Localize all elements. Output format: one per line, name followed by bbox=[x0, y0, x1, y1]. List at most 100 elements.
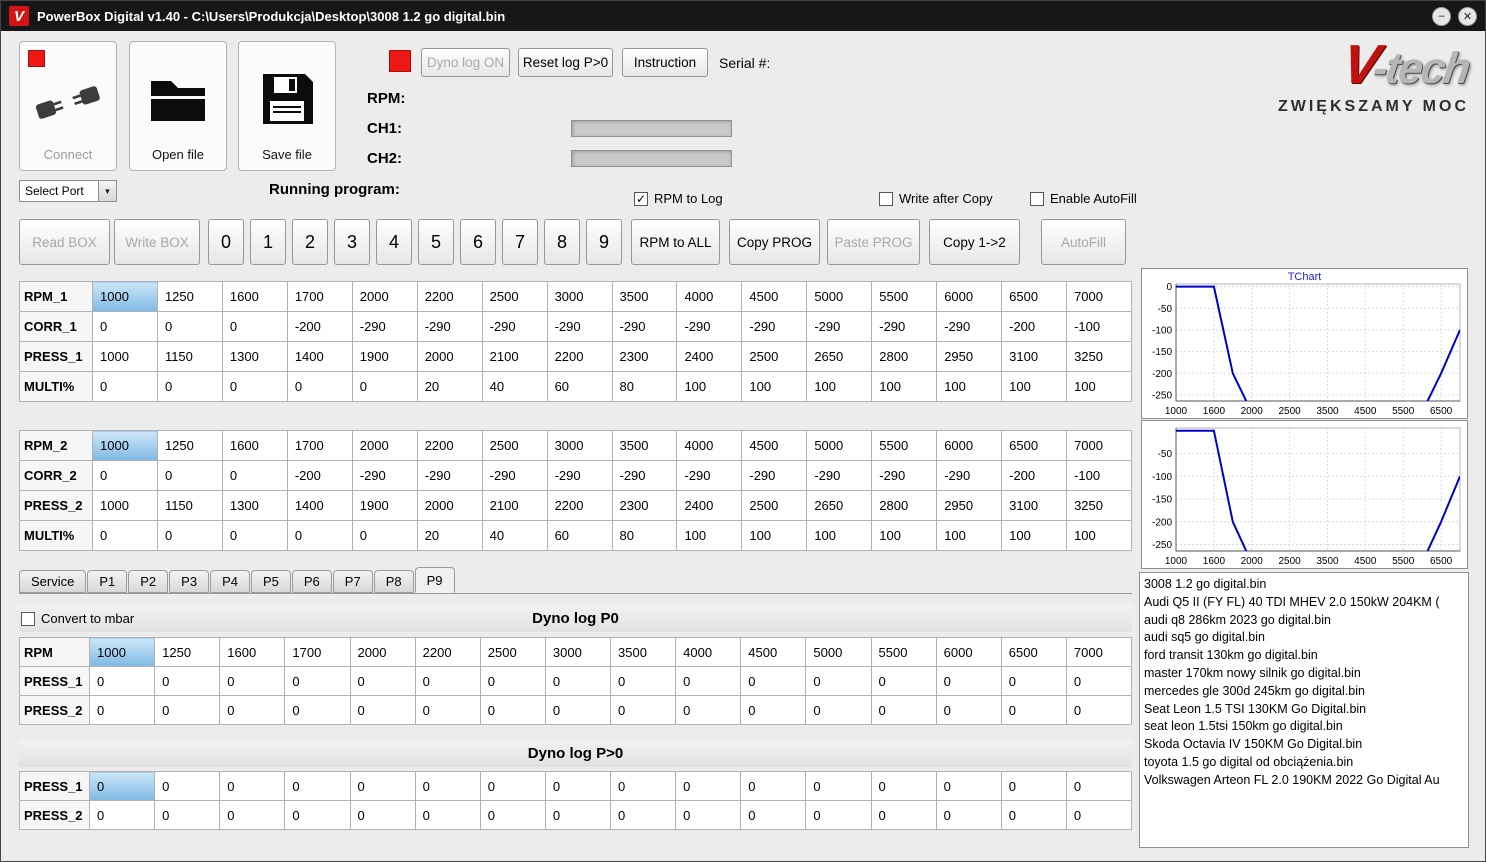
reset-log-button[interactable]: Reset log P>0 bbox=[518, 48, 613, 77]
grid-cell[interactable]: 1700 bbox=[286, 281, 353, 312]
grid-cell[interactable]: 0 bbox=[284, 800, 351, 830]
grid-cell[interactable]: 1150 bbox=[156, 490, 223, 521]
grid-cell[interactable]: 0 bbox=[154, 800, 221, 830]
grid-cell[interactable]: 6000 bbox=[936, 430, 1003, 461]
grid-cell[interactable]: 0 bbox=[1065, 666, 1133, 696]
grid-cell[interactable]: 0 bbox=[675, 695, 742, 725]
grid-cell[interactable]: 4500 bbox=[740, 637, 807, 667]
grid-cell[interactable]: 0 bbox=[740, 771, 807, 801]
grid-cell[interactable]: -290 bbox=[676, 460, 743, 491]
grid-cell[interactable]: 2500 bbox=[479, 637, 546, 667]
grid-cell[interactable]: 0 bbox=[675, 800, 742, 830]
grid-cell[interactable]: 0 bbox=[154, 666, 221, 696]
grid-cell[interactable]: 0 bbox=[88, 771, 156, 801]
grid-cell[interactable]: 0 bbox=[479, 695, 546, 725]
grid-cell[interactable]: 100 bbox=[1001, 371, 1068, 402]
file-list-item[interactable]: seat leon 1.5tsi 150km go digital.bin bbox=[1144, 718, 1464, 736]
grid-cell[interactable]: -290 bbox=[806, 460, 873, 491]
grid-cell[interactable]: 2000 bbox=[416, 341, 483, 372]
grid-cell[interactable]: 0 bbox=[935, 695, 1002, 725]
grid-cell[interactable]: 6500 bbox=[1001, 281, 1068, 312]
digit-button-7[interactable]: 7 bbox=[502, 219, 538, 265]
grid-cell[interactable]: 100 bbox=[676, 371, 743, 402]
grid-cell[interactable]: -200 bbox=[1001, 460, 1068, 491]
minimize-button[interactable]: – bbox=[1432, 6, 1451, 26]
tab-p2[interactable]: P2 bbox=[128, 570, 169, 593]
grid-cell[interactable]: 0 bbox=[88, 666, 156, 696]
grid-cell[interactable]: 3000 bbox=[546, 281, 613, 312]
dyno-log-on-button[interactable]: Dyno log ON bbox=[421, 48, 510, 77]
grid-cell[interactable]: 0 bbox=[88, 695, 156, 725]
grid-cell[interactable]: 2000 bbox=[351, 430, 418, 461]
tab-p1[interactable]: P1 bbox=[87, 570, 128, 593]
grid-cell[interactable]: 2200 bbox=[546, 341, 613, 372]
grid-cell[interactable]: -290 bbox=[416, 460, 483, 491]
grid-cell[interactable]: 1000 bbox=[92, 430, 158, 461]
grid-cell[interactable]: -290 bbox=[546, 460, 613, 491]
rpm-to-all-button[interactable]: RPM to ALL bbox=[631, 219, 720, 265]
grid-cell[interactable]: 5000 bbox=[805, 637, 872, 667]
digit-button-2[interactable]: 2 bbox=[292, 219, 328, 265]
grid-cell[interactable]: 1250 bbox=[154, 637, 221, 667]
file-list-item[interactable]: master 170km nowy silnik go digital.bin bbox=[1144, 665, 1464, 683]
grid-cell[interactable]: 1000 bbox=[92, 490, 158, 521]
grid-cell[interactable]: 100 bbox=[676, 520, 743, 551]
grid-cell[interactable]: 0 bbox=[154, 695, 221, 725]
grid-cell[interactable]: 1300 bbox=[221, 490, 288, 521]
digit-button-9[interactable]: 9 bbox=[586, 219, 622, 265]
grid-cell[interactable]: 0 bbox=[156, 520, 223, 551]
grid-cell[interactable]: 7000 bbox=[1066, 281, 1132, 312]
tab-p4[interactable]: P4 bbox=[210, 570, 250, 593]
digit-button-3[interactable]: 3 bbox=[334, 219, 370, 265]
close-button[interactable]: ✕ bbox=[1458, 6, 1477, 26]
digit-button-8[interactable]: 8 bbox=[544, 219, 580, 265]
grid-cell[interactable]: 4500 bbox=[741, 430, 808, 461]
grid-cell[interactable]: 5000 bbox=[806, 281, 873, 312]
connect-button[interactable]: Connect bbox=[19, 41, 117, 171]
digit-button-1[interactable]: 1 bbox=[250, 219, 286, 265]
grid-cell[interactable]: 1600 bbox=[219, 637, 286, 667]
grid-cell[interactable]: 1900 bbox=[351, 341, 418, 372]
grid-cell[interactable]: 5500 bbox=[871, 430, 938, 461]
grid-cell[interactable]: 3100 bbox=[1001, 490, 1068, 521]
tab-p7[interactable]: P7 bbox=[332, 570, 373, 593]
copy-prog-button[interactable]: Copy PROG bbox=[729, 219, 820, 265]
enable-autofill-checkbox[interactable]: Enable AutoFill bbox=[1030, 191, 1137, 206]
grid-cell[interactable]: 0 bbox=[286, 520, 353, 551]
grid-cell[interactable]: 2500 bbox=[481, 430, 548, 461]
grid-cell[interactable]: 0 bbox=[221, 520, 288, 551]
grid-cell[interactable]: 7000 bbox=[1065, 637, 1133, 667]
convert-to-mbar-checkbox[interactable]: Convert to mbar bbox=[21, 611, 134, 626]
grid-cell[interactable]: -290 bbox=[676, 311, 743, 342]
grid-cell[interactable]: 0 bbox=[284, 695, 351, 725]
grid-cell[interactable]: 0 bbox=[286, 371, 353, 402]
grid-cell[interactable]: 0 bbox=[935, 771, 1002, 801]
grid-cell[interactable]: 100 bbox=[936, 520, 1003, 551]
grid-cell[interactable]: 0 bbox=[935, 666, 1002, 696]
grid-cell[interactable]: 0 bbox=[284, 666, 351, 696]
grid-cell[interactable]: 2000 bbox=[349, 637, 416, 667]
grid-cell[interactable]: 2500 bbox=[741, 490, 808, 521]
grid-cell[interactable]: 3250 bbox=[1066, 490, 1132, 521]
file-list-item[interactable]: Volkswagen Arteon FL 2.0 190KM 2022 Go D… bbox=[1144, 772, 1464, 790]
grid-cell[interactable]: -200 bbox=[286, 460, 353, 491]
grid-cell[interactable]: 0 bbox=[609, 800, 677, 830]
grid-cell[interactable]: 0 bbox=[221, 460, 288, 491]
grid-cell[interactable]: 6000 bbox=[935, 637, 1002, 667]
grid-cell[interactable]: 0 bbox=[544, 800, 612, 830]
grid-cell[interactable]: -290 bbox=[936, 311, 1003, 342]
digit-button-5[interactable]: 5 bbox=[418, 219, 454, 265]
grid-cell[interactable]: 0 bbox=[805, 771, 872, 801]
grid-cell[interactable]: -100 bbox=[1066, 311, 1132, 342]
file-list-item[interactable]: audi sq5 go digital.bin bbox=[1144, 629, 1464, 647]
grid-cell[interactable]: 1000 bbox=[88, 637, 156, 667]
grid-cell[interactable]: -290 bbox=[741, 460, 808, 491]
grid-cell[interactable]: 100 bbox=[871, 371, 938, 402]
save-file-button[interactable]: Save file bbox=[238, 41, 336, 171]
read-box-button[interactable]: Read BOX bbox=[19, 219, 110, 265]
tab-p8[interactable]: P8 bbox=[373, 570, 414, 593]
grid-cell[interactable]: 5000 bbox=[806, 430, 873, 461]
grid-cell[interactable]: 0 bbox=[609, 666, 677, 696]
select-port-dropdown[interactable]: Select Port ▼ bbox=[19, 180, 117, 202]
grid-cell[interactable]: 60 bbox=[546, 371, 613, 402]
